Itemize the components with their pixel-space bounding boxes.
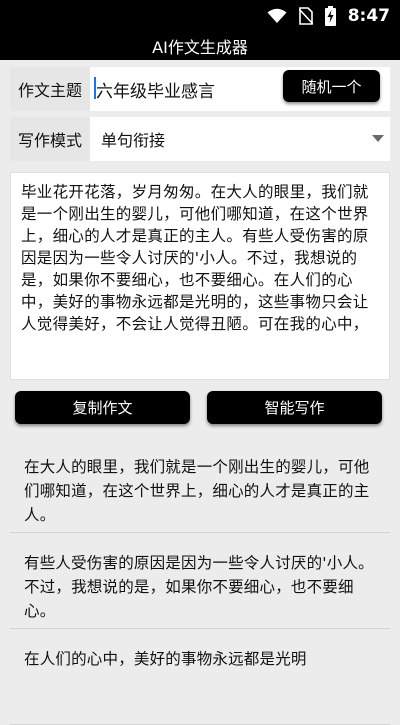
no-sim-icon [298,7,313,25]
app-title: AI作文生成器 [152,38,248,57]
mode-label: 写作模式 [10,117,90,161]
topic-input[interactable] [94,73,276,105]
dropdown-arrow-icon[interactable] [372,135,384,142]
copy-essay-button[interactable]: 复制作文 [15,391,190,424]
topic-row: 作文主题 随机一个 [10,67,390,111]
mode-select[interactable]: 单句衔接 [101,117,165,161]
sentence-list: 在大人的眼里，我们就是一个刚出生的婴儿，可他们哪知道，在这个世界上，细心的人才是… [0,437,400,725]
status-icons: 8:47 [267,0,390,32]
text-caret [94,77,96,99]
list-item[interactable]: 有些人受伤害的原因是因为一些令人讨厌的'小人。不过，我想说的是，如果你不要细心，… [10,533,390,629]
app-bar: AI作文生成器 [0,32,400,60]
essay-textarea[interactable]: 毕业花开花落，岁月匆匆。在大人的眼里，我们就是一个刚出生的婴儿，可他们哪知道，在… [10,172,390,380]
status-time: 8:47 [347,6,390,26]
status-bar: 8:47 [0,0,400,32]
mode-row[interactable]: 写作模式 单句衔接 [10,117,390,161]
random-topic-button[interactable]: 随机一个 [283,70,380,102]
list-item[interactable]: 在人们的心中，美好的事物永远都是光明 [10,629,390,725]
battery-charging-icon [324,6,336,26]
smart-write-button[interactable]: 智能写作 [207,391,382,424]
list-item[interactable]: 在大人的眼里，我们就是一个刚出生的婴儿，可他们哪知道，在这个世界上，细心的人才是… [10,437,390,533]
essay-text[interactable]: 毕业花开花落，岁月匆匆。在大人的眼里，我们就是一个刚出生的婴儿，可他们哪知道，在… [11,173,389,335]
topic-label: 作文主题 [10,67,90,111]
wifi-icon [267,8,287,23]
